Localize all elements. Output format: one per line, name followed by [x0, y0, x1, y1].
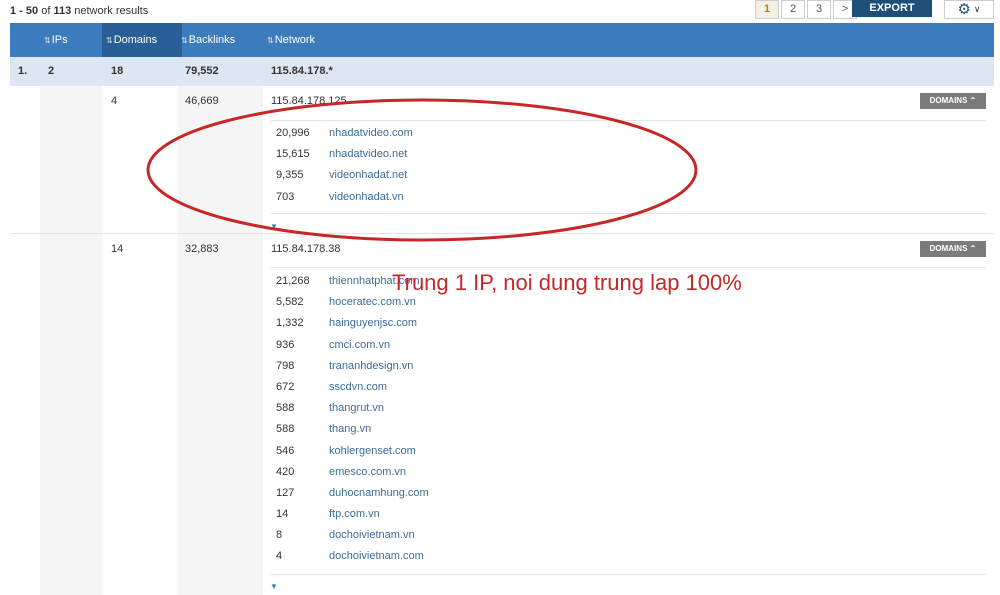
annotation-ellipse — [146, 98, 698, 242]
annotation-text: Trung 1 IP, noi dung trung lap 100% — [392, 270, 742, 295]
